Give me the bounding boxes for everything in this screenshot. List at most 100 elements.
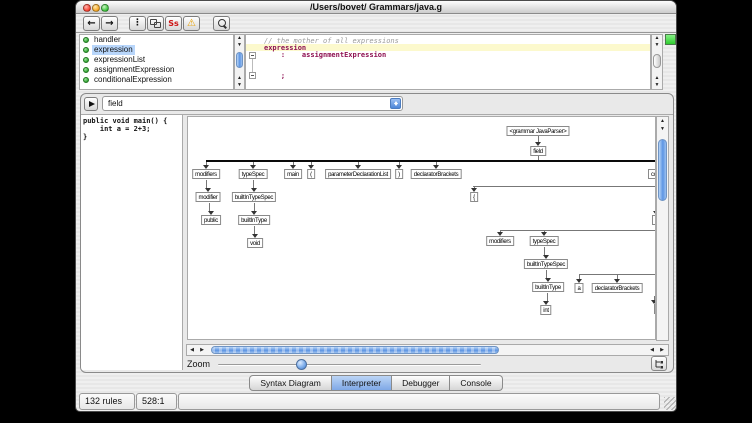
toolbar-button-sort-rules[interactable]: ⋮ (129, 16, 146, 31)
tree-node[interactable]: declaratorBrackets (411, 169, 462, 179)
scroll-right-icon[interactable]: ▶ (657, 345, 667, 355)
tree-node[interactable]: modifiers (192, 169, 220, 179)
scroll-up-icon[interactable]: ▲ (235, 75, 244, 82)
editor-scroll-thumb[interactable] (653, 54, 661, 68)
rules-scroll-thumb[interactable] (236, 52, 243, 68)
tree-node[interactable]: void (247, 238, 263, 248)
toolbar-button-syntax-diagram[interactable] (147, 16, 164, 31)
interpreter-toolbar: field (81, 94, 673, 115)
rule-list-item[interactable]: assignmentExpression (80, 65, 233, 75)
tree-node[interactable]: typeSpec (530, 236, 559, 246)
scroll-down-icon[interactable]: ▼ (235, 42, 244, 49)
titlebar[interactable]: /Users/bovet/ Grammars/java.g (76, 1, 676, 14)
start-rule-select[interactable]: field (102, 96, 403, 111)
caret-position-badge: 528:1 (136, 393, 177, 410)
rule-status-icon (83, 67, 89, 73)
tree-node[interactable]: typeSpec (239, 169, 268, 179)
find-icon (217, 19, 227, 29)
tree-layout-button[interactable] (651, 356, 667, 371)
tree-node[interactable]: <grammar JavaParser> (506, 126, 569, 136)
run-interpreter-button[interactable] (84, 97, 98, 111)
app-window: /Users/bovet/ Grammars/java.g ← → ⋮ Ss ⚠ han… (75, 0, 677, 412)
tree-node[interactable]: builtInType (238, 215, 270, 225)
grammar-editor[interactable]: // the mother of all expressionsexpressi… (245, 34, 651, 90)
tree-hscroll-thumb[interactable] (211, 346, 499, 354)
rules-count-badge: 132 rules (79, 393, 135, 410)
resize-grip[interactable] (664, 397, 677, 410)
scroll-up-icon[interactable]: ▲ (657, 118, 668, 125)
fold-marker-icon[interactable] (249, 72, 256, 79)
tree-node[interactable]: compoundStatement (648, 169, 656, 179)
tree-node[interactable]: declaratorBrackets (592, 283, 643, 293)
fold-connector (252, 59, 253, 73)
tree-connector-line (473, 186, 656, 187)
coloring-icon: Ss (168, 20, 179, 28)
editor-line: expression (264, 44, 306, 51)
scroll-down-icon[interactable]: ▼ (235, 82, 244, 89)
tree-node[interactable]: int (540, 305, 551, 315)
tree-node[interactable]: public (201, 215, 221, 225)
rules-list: handlerexpressionexpressionListassignmen… (79, 34, 234, 90)
rule-status-icon (83, 47, 89, 53)
window-title: /Users/bovet/ Grammars/java.g (76, 1, 676, 14)
tree-node[interactable]: parameterDeclarationList (325, 169, 391, 179)
editor-line: // the mother of all expressions (264, 37, 399, 44)
rule-list-item[interactable]: expressionList (80, 55, 233, 65)
scroll-right-icon[interactable]: ▶ (197, 345, 207, 355)
tree-node[interactable]: a (574, 283, 583, 293)
start-rule-value: field (108, 99, 123, 108)
tree-node[interactable]: field (530, 146, 546, 156)
toolbar-button-find[interactable] (213, 16, 230, 31)
tab-debugger[interactable]: Debugger (392, 375, 450, 391)
rule-list-item[interactable]: conditionalExpression (80, 75, 233, 85)
tab-syntax-diagram[interactable]: Syntax Diagram (249, 375, 331, 391)
zoom-slider-track[interactable] (218, 364, 481, 366)
toolbar-button-back[interactable]: ← (83, 16, 100, 31)
tree-vscroll-thumb[interactable] (658, 139, 667, 201)
zoom-slider-thumb[interactable] (296, 359, 307, 370)
fold-marker-icon[interactable] (249, 52, 256, 59)
tree-node[interactable]: builtInTypeSpec (524, 259, 568, 269)
tab-console[interactable]: Console (450, 375, 502, 391)
rule-list-item[interactable]: expression (80, 45, 233, 55)
zoom-label: Zoom (187, 359, 210, 369)
tree-node[interactable]: modifier (196, 192, 221, 202)
tree-node[interactable]: builtInType (532, 282, 564, 292)
scroll-up-icon[interactable]: ▲ (652, 35, 662, 42)
scroll-left-icon[interactable]: ◀ (647, 345, 657, 355)
tree-node[interactable]: builtInTypeSpec (232, 192, 276, 202)
view-tabs: Syntax DiagramInterpreterDebuggerConsole (76, 375, 676, 391)
scroll-left-icon[interactable]: ◀ (187, 345, 197, 355)
scroll-down-icon[interactable]: ▼ (652, 42, 662, 49)
scroll-down-icon[interactable]: ▼ (652, 82, 662, 89)
editor-line: ; (264, 72, 285, 79)
zoom-button[interactable] (101, 4, 109, 12)
toolbar: ← → ⋮ Ss ⚠ (76, 14, 676, 33)
close-button[interactable] (83, 4, 91, 12)
tab-interpreter[interactable]: Interpreter (332, 375, 392, 391)
input-text-area[interactable]: public void main() { int a = 2+3; } (81, 115, 183, 370)
tree-vertical-scrollbar: ▲ ▼ (656, 116, 669, 341)
tree-node[interactable]: main (284, 169, 302, 179)
scroll-up-icon[interactable]: ▲ (652, 75, 662, 82)
scroll-up-icon[interactable]: ▲ (235, 35, 244, 42)
screen-background: /Users/bovet/ Grammars/java.g ← → ⋮ Ss ⚠ han… (0, 0, 752, 423)
toolbar-button-warnings[interactable]: ⚠ (183, 16, 200, 31)
rule-list-item[interactable]: handler (80, 35, 233, 45)
tree-node[interactable]: ( (307, 169, 315, 179)
minimize-button[interactable] (92, 4, 100, 12)
tree-node[interactable]: modifiers (486, 236, 514, 246)
rule-name: assignmentExpression (92, 65, 176, 75)
syntax-diagram-icon (150, 19, 161, 28)
tree-node[interactable]: ) (395, 169, 403, 179)
combo-stepper-icon[interactable] (390, 98, 401, 109)
toolbar-button-forward[interactable]: → (101, 16, 118, 31)
tree-node[interactable]: { (470, 192, 478, 202)
sort-rules-icon: ⋮ (133, 19, 142, 28)
back-icon: ← (87, 19, 95, 29)
rules-scrollbar: ▲ ▼ ▲ ▼ (234, 34, 245, 90)
grammar-health-indicator (665, 34, 676, 45)
toolbar-button-coloring[interactable]: Ss (165, 16, 182, 31)
status-bar: 132 rules 528:1 (79, 393, 673, 410)
scroll-down-icon[interactable]: ▼ (657, 126, 668, 133)
